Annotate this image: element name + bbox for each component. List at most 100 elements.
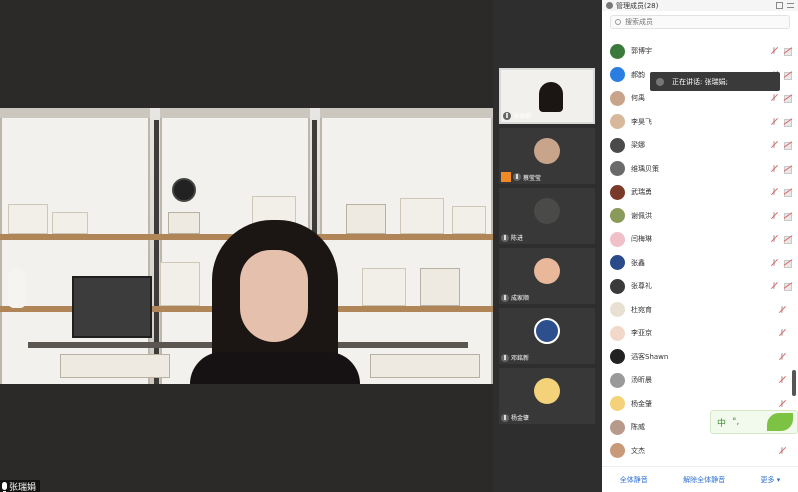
member-name: 杨金肇 [631, 399, 652, 408]
muted-mic-icon[interactable] [770, 258, 778, 267]
speaker-icon [656, 77, 664, 86]
search-input[interactable] [625, 18, 765, 26]
thumbnail-participant[interactable]: 杨金肇 [499, 368, 595, 424]
member-row[interactable]: 李亚京 [610, 324, 792, 342]
thumbnail-name: 张瑞娟 [513, 113, 532, 120]
member-row[interactable]: 武瑞勇 [610, 183, 792, 201]
avatar [610, 255, 625, 270]
member-name: 李亚京 [631, 329, 652, 337]
ime-punctuation[interactable]: °, [732, 417, 739, 427]
avatar [610, 349, 625, 364]
thumbnail-video [539, 82, 563, 112]
member-name: 武瑞勇 [631, 188, 652, 196]
thumbnail-name: 邓銘新 [511, 355, 530, 362]
thumbnail-participant[interactable]: 邓銘新 [499, 308, 595, 364]
member-row[interactable]: 郭博宇 [610, 42, 792, 60]
muted-mic-icon[interactable] [778, 352, 786, 361]
camera-off-icon[interactable] [784, 189, 792, 197]
avatar [610, 184, 625, 200]
camera-off-icon[interactable] [784, 259, 792, 268]
avatar [610, 302, 625, 317]
muted-mic-icon[interactable] [770, 188, 778, 196]
avatar [610, 278, 625, 294]
avatar [534, 138, 560, 164]
muted-mic-icon[interactable] [778, 376, 786, 384]
microphone-icon [501, 233, 509, 242]
unmute-all-button[interactable]: 解除全体静音 [683, 475, 725, 485]
avatar [534, 318, 560, 344]
main-speaker-name-tag: 张瑞娟 [0, 480, 41, 492]
microphone-icon [501, 413, 509, 422]
avatar [610, 208, 625, 223]
member-row[interactable]: 维瑀贝策 [610, 160, 792, 178]
member-search[interactable] [610, 15, 790, 29]
member-row[interactable]: 闫梅琳 [610, 230, 792, 248]
thumbnail-name: 蔡莹莹 [523, 174, 542, 182]
camera-off-icon[interactable] [784, 283, 792, 291]
avatar [610, 137, 625, 153]
thumbnail-label: 张瑞娟 [503, 111, 531, 120]
thumbnail-speaker[interactable]: 张瑞娟 [499, 68, 595, 124]
panel-title: 管理成员(28) [616, 1, 659, 10]
member-row[interactable]: 滔客Shawn [610, 348, 792, 366]
microphone-icon [2, 482, 7, 492]
video-thumbnail-strip: 张瑞娟 蔡莹莹 陈进 成家顺 邓銘新 杨金肇 [493, 0, 602, 492]
muted-mic-icon[interactable] [778, 305, 786, 314]
member-row[interactable]: 张鑫 [610, 254, 792, 272]
avatar [610, 419, 625, 435]
camera-off-icon[interactable] [784, 236, 792, 244]
mute-all-button[interactable]: 全体静音 [620, 475, 648, 485]
microphone-icon [501, 353, 509, 362]
muted-mic-icon[interactable] [778, 329, 786, 337]
muted-mic-icon[interactable] [778, 399, 786, 408]
main-speaker-name: 张瑞娟 [9, 482, 37, 492]
member-row[interactable]: 梁娜 [610, 136, 792, 154]
main-video[interactable]: 张瑞娟 [0, 0, 493, 492]
camera-off-icon[interactable] [784, 95, 792, 103]
member-row[interactable]: 杜宛育 [610, 301, 792, 319]
speaking-text: 正在讲话: 张瑞娟; [672, 77, 728, 86]
more-button[interactable]: 更多 ▾ [761, 475, 781, 485]
speaker-person [190, 220, 360, 384]
thumbnail-participant[interactable]: 成家顺 [499, 248, 595, 304]
muted-mic-icon[interactable] [770, 117, 778, 126]
camera-off-icon[interactable] [784, 165, 792, 174]
member-row[interactable]: 李昊飞 [610, 113, 792, 131]
scrollbar[interactable] [792, 370, 796, 396]
muted-mic-icon[interactable] [770, 211, 778, 220]
camera-off-icon[interactable] [784, 142, 792, 150]
user-icon [501, 172, 511, 182]
camera-off-icon[interactable] [784, 118, 792, 127]
ime-toolbar[interactable]: 中 °, [710, 410, 798, 434]
muted-mic-icon[interactable] [770, 94, 778, 102]
camera-off-icon[interactable] [784, 48, 792, 56]
member-row[interactable]: 张尊礼 [610, 277, 792, 295]
avatar [534, 378, 560, 404]
muted-mic-icon[interactable] [770, 141, 778, 149]
thumbnail-label: 陈进 [501, 233, 523, 242]
muted-mic-icon[interactable] [778, 446, 786, 455]
muted-mic-icon[interactable] [770, 164, 778, 173]
avatar [610, 161, 625, 176]
member-name: 李昊飞 [631, 117, 652, 126]
ime-mode[interactable]: 中 [717, 416, 726, 429]
avatar [610, 325, 625, 341]
member-row[interactable]: 文杰 [610, 442, 792, 460]
muted-mic-icon[interactable] [770, 282, 778, 290]
menu-icon[interactable] [787, 3, 794, 8]
camera-off-icon[interactable] [784, 71, 792, 80]
member-name: 汤昕晨 [631, 376, 652, 384]
thumbnail-participant[interactable]: 陈进 [499, 188, 595, 244]
ime-logo-icon [767, 413, 793, 431]
meeting-window: 张瑞娟 张瑞娟 蔡莹莹 陈进 成家顺 邓銘新 杨金肇 管理成员(28) 搜索成员… [0, 0, 798, 492]
member-row[interactable]: 谢佩洪 [610, 207, 792, 225]
thumbnail-participant[interactable]: 蔡莹莹 [499, 128, 595, 184]
member-row[interactable]: 汤昕晨 [610, 371, 792, 389]
thumbnail-label: 邓銘新 [501, 353, 529, 362]
camera-off-icon[interactable] [784, 212, 792, 221]
member-row[interactable]: 何禹 [610, 89, 792, 107]
muted-mic-icon[interactable] [770, 47, 778, 55]
popout-icon[interactable] [776, 2, 783, 9]
muted-mic-icon[interactable] [770, 235, 778, 243]
member-name: 张鑫 [631, 258, 645, 267]
